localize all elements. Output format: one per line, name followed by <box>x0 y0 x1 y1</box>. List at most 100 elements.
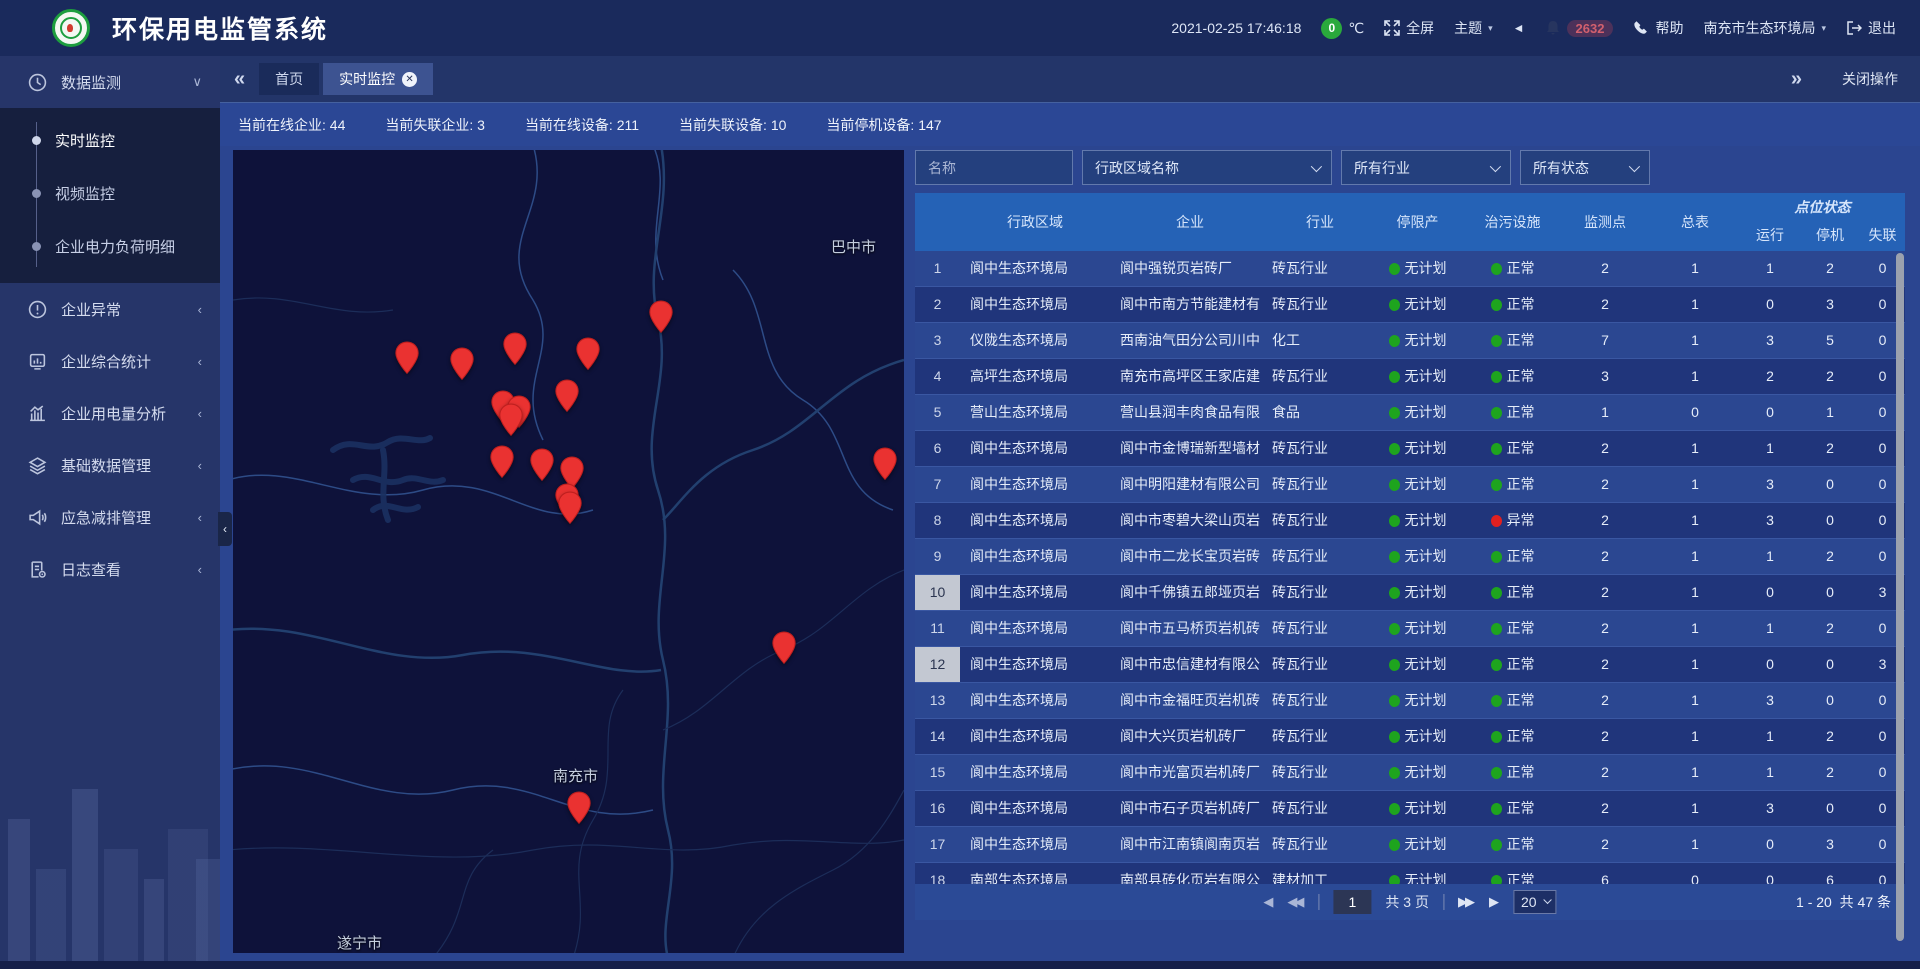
table-row[interactable]: 9 阆中生态环境局 阆中市二龙长宝页岩砖 砖瓦行业 无计划 正常 2 1 1 <box>915 539 1905 575</box>
table-row[interactable]: 12 阆中生态环境局 阆中市忠信建材有限公 砖瓦行业 无计划 正常 2 1 0 <box>915 647 1905 683</box>
sidebar-item-enterprise-abnormal[interactable]: 企业异常 ‹ <box>0 283 220 335</box>
status-dot-green <box>1389 623 1400 635</box>
status-dot <box>1491 587 1502 599</box>
table-row[interactable]: 1 阆中生态环境局 阆中强锐页岩砖厂 砖瓦行业 无计划 正常 2 1 1 <box>915 251 1905 287</box>
map-marker-pin[interactable] <box>498 403 524 437</box>
app-logo <box>52 9 90 47</box>
table-row[interactable]: 10 阆中生态环境局 阆中千佛镇五郎垭页岩 砖瓦行业 无计划 正常 2 1 0 <box>915 575 1905 611</box>
table-row[interactable]: 16 阆中生态环境局 阆中市石子页岩机砖厂 砖瓦行业 无计划 正常 2 1 3 <box>915 791 1905 827</box>
chevron-left-icon: ‹ <box>198 406 202 421</box>
sidebar-item-log-view[interactable]: 日志查看 ‹ <box>0 543 220 595</box>
sidebar-item-enterprise-statistics[interactable]: 企业综合统计 ‹ <box>0 335 220 387</box>
help-button[interactable]: 帮助 <box>1633 18 1683 38</box>
map-city-label: 巴中市 <box>831 236 876 257</box>
table-row[interactable]: 6 阆中生态环境局 阆中市金博瑞新型墙材 砖瓦行业 无计划 正常 2 1 1 <box>915 431 1905 467</box>
status-dot <box>1491 623 1502 635</box>
sidebar-item-power-load-detail[interactable]: 企业电力负荷明细 <box>0 220 220 273</box>
chevron-left-icon: ‹ <box>198 458 202 473</box>
pagination-last-icon[interactable]: ▶ <box>1489 894 1499 910</box>
table-row[interactable]: 3 仪陇生态环境局 西南油气田分公司川中 化工 无计划 正常 7 1 3 <box>915 323 1905 359</box>
table-scrollbar[interactable] <box>1896 253 1904 941</box>
map-marker-pin[interactable] <box>394 341 420 375</box>
sidebar: 数据监测 ∨ 实时监控 视频监控 企业电力负荷明细 企业异常 ‹ 企业综合统计 … <box>0 56 220 969</box>
stat-item: 当前停机设备: 147 <box>826 115 941 135</box>
pagination-first-icon[interactable]: ◀ <box>1263 894 1273 910</box>
map-marker-pin[interactable] <box>449 347 475 381</box>
table-row[interactable]: 17 阆中生态环境局 阆中市江南镇阆南页岩 砖瓦行业 无计划 正常 2 1 0 <box>915 827 1905 863</box>
gauge-icon <box>28 73 47 92</box>
tab-bar: « 首页 实时监控 ✕ » 关闭操作 <box>220 56 1920 102</box>
table-row[interactable]: 5 营山生态环境局 营山县润丰肉食品有限 食品 无计划 正常 1 0 0 <box>915 395 1905 431</box>
table-row[interactable]: 7 阆中生态环境局 阆中明阳建材有限公司 砖瓦行业 无计划 正常 2 1 3 <box>915 467 1905 503</box>
map-marker-pin[interactable] <box>489 445 515 479</box>
col-company: 企业 <box>1110 193 1270 251</box>
table-row[interactable]: 11 阆中生态环境局 阆中市五马桥页岩机砖 砖瓦行业 无计划 正常 2 1 1 <box>915 611 1905 647</box>
sidebar-item-data-monitoring[interactable]: 数据监测 ∨ <box>0 56 220 108</box>
tabs-scroll-right-icon[interactable]: » <box>1777 68 1816 91</box>
notifications[interactable]: 2632 <box>1545 20 1614 37</box>
col-group-point-status: 点位状态 运行 停机 失联 <box>1740 193 1905 251</box>
table-row[interactable]: 2 阆中生态环境局 阆中市南方节能建材有 砖瓦行业 无计划 正常 2 1 0 <box>915 287 1905 323</box>
stat-item: 当前在线企业: 44 <box>238 115 345 135</box>
map-marker-pin[interactable] <box>648 300 674 334</box>
map-marker-pin[interactable] <box>566 791 592 825</box>
close-operations-button[interactable]: 关闭操作 <box>1842 69 1898 89</box>
tabs-scroll-left-icon[interactable]: « <box>220 68 259 91</box>
status-dot-green <box>1389 407 1400 419</box>
stat-item: 当前失联企业: 3 <box>385 115 485 135</box>
sidebar-item-realtime-monitor[interactable]: 实时监控 <box>0 114 220 167</box>
industry-select[interactable]: 所有行业 <box>1341 150 1511 185</box>
theme-menu[interactable]: 主题 ▾ <box>1454 18 1493 38</box>
map-marker-pin[interactable] <box>529 448 555 482</box>
tab-home[interactable]: 首页 <box>259 63 319 95</box>
name-search-input[interactable]: 名称 <box>915 150 1073 185</box>
table-row[interactable]: 18 南部生态环境局 南部县砖化页岩有限公 建材加工 无计划 正常 6 0 0 <box>915 863 1905 884</box>
map-marker-pin[interactable] <box>502 332 528 366</box>
filter-bar: 名称 行政区域名称 所有行业 所有状态 <box>915 150 1905 185</box>
page-size-select[interactable]: 20 <box>1513 890 1557 914</box>
chevron-down-icon <box>1311 160 1322 171</box>
logout-button[interactable]: 退出 <box>1846 18 1896 38</box>
status-dot <box>1491 335 1502 347</box>
table-row[interactable]: 15 阆中生态环境局 阆中市光富页岩机砖厂 砖瓦行业 无计划 正常 2 1 1 <box>915 755 1905 791</box>
chevron-left-icon: ‹ <box>223 522 227 536</box>
chevron-left-icon: ‹ <box>198 562 202 577</box>
map-roads-decoration <box>233 150 904 953</box>
sidebar-item-emergency-reduction[interactable]: 应急减排管理 ‹ <box>0 491 220 543</box>
warning-circle-icon <box>28 300 47 319</box>
status-dot-green <box>1389 515 1400 527</box>
map-marker-pin[interactable] <box>575 337 601 371</box>
map-marker-pin[interactable] <box>872 447 898 481</box>
page-number-input[interactable]: 1 <box>1333 890 1371 914</box>
sidebar-item-video-monitor[interactable]: 视频监控 <box>0 167 220 220</box>
sidebar-item-base-data-management[interactable]: 基础数据管理 ‹ <box>0 439 220 491</box>
status-select[interactable]: 所有状态 <box>1520 150 1650 185</box>
pagination-next-icon[interactable]: ▶▶ <box>1458 894 1475 910</box>
sidebar-collapse-handle[interactable]: ‹ <box>218 512 232 546</box>
col-monitor-points: 监测点 <box>1560 193 1650 251</box>
status-dot <box>1491 659 1502 671</box>
chevron-down-icon: ▾ <box>1821 23 1826 34</box>
sidebar-item-power-usage-analysis[interactable]: 企业用电量分析 ‹ <box>0 387 220 439</box>
chevron-down-icon: ▾ <box>1488 23 1493 34</box>
chevron-down-icon <box>1490 160 1501 171</box>
chevron-left-icon: ‹ <box>198 354 202 369</box>
fullscreen-icon <box>1384 20 1400 36</box>
table-row[interactable]: 14 阆中生态环境局 阆中大兴页岩机砖厂 砖瓦行业 无计划 正常 2 1 1 <box>915 719 1905 755</box>
tab-realtime-monitor[interactable]: 实时监控 ✕ <box>323 63 433 95</box>
sound-toggle[interactable]: ◄ <box>1513 21 1525 35</box>
map-marker-pin[interactable] <box>554 379 580 413</box>
map-marker-pin[interactable] <box>557 491 583 525</box>
close-icon[interactable]: ✕ <box>402 72 417 87</box>
table-row[interactable]: 8 阆中生态环境局 阆中市枣碧大梁山页岩 砖瓦行业 无计划 异常 2 1 3 <box>915 503 1905 539</box>
org-menu[interactable]: 南充市生态环境局 ▾ <box>1703 18 1826 38</box>
map-marker-pin[interactable] <box>771 631 797 665</box>
table-row[interactable]: 13 阆中生态环境局 阆中市金福旺页岩机砖 砖瓦行业 无计划 正常 2 1 3 <box>915 683 1905 719</box>
speaker-icon: ◄ <box>1513 21 1525 35</box>
region-select[interactable]: 行政区域名称 <box>1082 150 1332 185</box>
pagination-prev-icon[interactable]: ◀◀ <box>1287 894 1304 910</box>
table-row[interactable]: 4 高坪生态环境局 南充市高坪区王家店建 砖瓦行业 无计划 正常 3 1 2 <box>915 359 1905 395</box>
fullscreen-button[interactable]: 全屏 <box>1384 18 1434 38</box>
map-panel[interactable]: 巴中市南充市遂宁市 <box>233 150 904 953</box>
status-dot-green <box>1389 551 1400 563</box>
